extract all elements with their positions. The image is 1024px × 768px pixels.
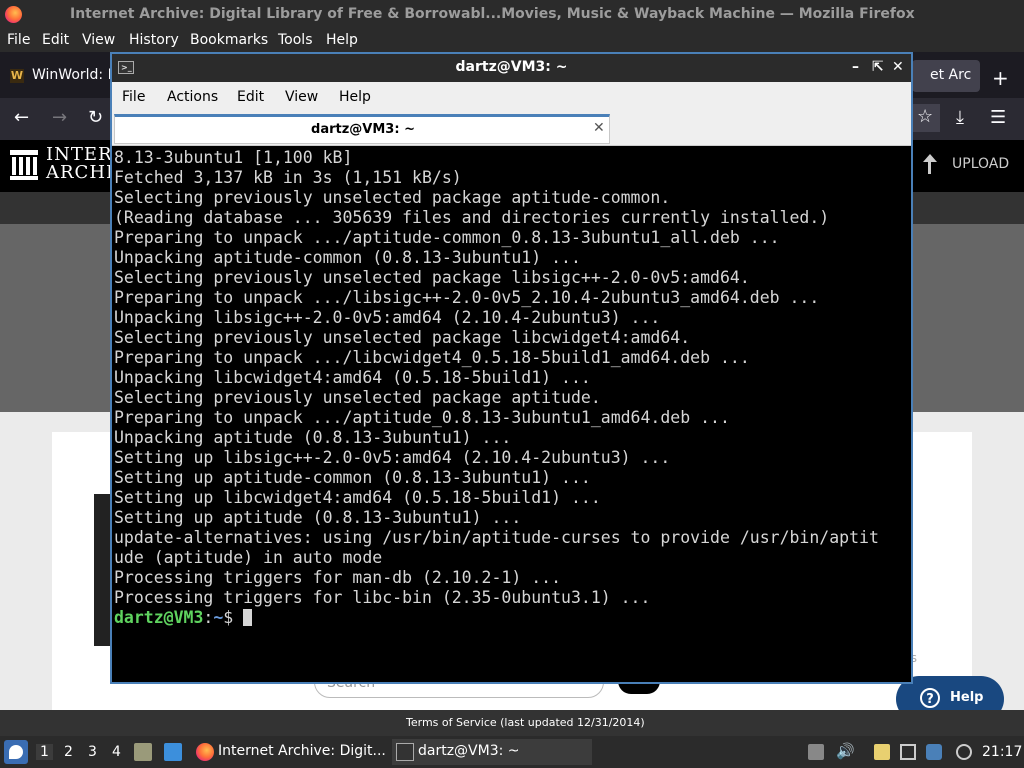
volume-icon[interactable]: 🔊 [836,742,855,760]
archive-footer: Terms of Service (last updated 12/31/201… [0,710,1024,736]
new-tab-plus-icon[interactable]: + [992,66,1009,90]
download-icon[interactable]: ⤓ [956,107,964,128]
terminal-menu-edit[interactable]: Edit [237,89,264,105]
notes-icon[interactable] [874,744,890,760]
terminal-menu-view[interactable]: View [285,89,318,105]
terms-of-service-link[interactable]: Terms of Service (last updated 12/31/201… [406,716,645,729]
internet-archive-logo-icon[interactable] [10,150,38,180]
firefox-icon [5,6,22,23]
workspace-2[interactable]: 2 [64,744,73,760]
terminal-title-bar[interactable]: >_ dartz@VM3: ~ – ⇱ ✕ [112,54,911,82]
menu-bookmarks[interactable]: Bookmarks [190,32,268,48]
upload-icon [920,154,938,176]
bookmark-star-icon: ☆ [917,106,934,127]
file-manager-icon[interactable] [134,743,152,761]
winworld-icon: W [10,69,24,83]
terminal-output: 8.13-3ubuntu1 [1,100 kB] Fetched 3,137 k… [114,148,879,607]
terminal-output-area[interactable]: 8.13-3ubuntu1 [1,100 kB] Fetched 3,137 k… [112,146,911,682]
menu-edit[interactable]: Edit [42,32,69,48]
tab-close-icon[interactable]: ✕ [593,120,605,136]
terminal-tab-bar: dartz@VM3: ~ ✕ [112,112,911,146]
reload-icon[interactable]: ↻ [88,107,103,128]
firefox-window-title: Internet Archive: Digital Library of Fre… [70,6,915,22]
menu-view[interactable]: View [82,32,115,48]
terminal-menubar: File Actions Edit View Help [112,82,911,112]
bookmark-star-button[interactable]: ☆ [912,104,940,132]
start-menu-button[interactable] [4,740,28,764]
power-icon[interactable] [956,744,972,760]
taskbar: 1 2 3 4 Internet Archive: Digit... dartz… [0,736,1024,768]
terminal-menu-help[interactable]: Help [339,89,371,105]
tab-label: WinWorld: M [32,67,120,83]
taskbar-firefox[interactable]: Internet Archive: Digit... [192,739,388,765]
prompt-path: ~ [213,608,224,627]
lubuntu-logo-icon [9,745,23,759]
tab-internet-archive[interactable]: et Arc [912,60,980,92]
terminal-menu-actions[interactable]: Actions [167,89,218,105]
task-label: Internet Archive: Digit... [218,743,386,759]
terminal-tab[interactable]: dartz@VM3: ~ ✕ [114,114,610,144]
upload-label: UPLOAD [952,156,1010,172]
firefox-menubar: File Edit View History Bookmarks Tools H… [0,30,1024,52]
terminal-window-title: dartz@VM3: ~ [455,59,568,75]
menu-history[interactable]: History [129,32,179,48]
show-desktop-icon[interactable] [164,743,182,761]
clock: 21:17 [982,744,1023,760]
forward-arrow-icon[interactable]: → [52,107,67,128]
help-label: Help [950,690,984,705]
tab-label: et Arc [930,67,972,83]
firefox-title-bar: Internet Archive: Digital Library of Fre… [0,0,1024,30]
menu-tools[interactable]: Tools [278,32,313,48]
menu-help[interactable]: Help [326,32,358,48]
workspace-1[interactable]: 1 [36,744,53,760]
close-icon[interactable]: ✕ [892,59,904,75]
terminal-menu-file[interactable]: File [122,89,145,105]
menu-file[interactable]: File [7,32,30,48]
hamburger-menu-icon[interactable]: ☰ [990,107,1006,128]
back-arrow-icon[interactable]: ← [14,107,29,128]
minimize-icon[interactable]: – [852,59,859,75]
workspace-4[interactable]: 4 [112,744,121,760]
firefox-icon [196,743,214,761]
task-label: dartz@VM3: ~ [418,743,520,759]
taskbar-terminal[interactable]: dartz@VM3: ~ [392,739,592,765]
update-notifier-icon[interactable] [926,744,942,760]
text-cursor [243,609,253,626]
terminal-icon [396,743,414,761]
terminal-prompt: dartz@VM3:~$ [114,608,253,628]
workspace-3[interactable]: 3 [88,744,97,760]
question-icon: ? [920,688,940,708]
clipboard-icon[interactable] [808,744,824,760]
maximize-icon[interactable]: ⇱ [872,59,884,75]
prompt-user: dartz@VM3 [114,608,204,627]
terminal-tab-label: dartz@VM3: ~ [311,122,415,137]
prompt-symbol: $ [223,608,244,627]
prompt-separator: : [203,608,214,627]
terminal-window[interactable]: >_ dartz@VM3: ~ – ⇱ ✕ File Actions Edit … [110,52,913,684]
network-icon[interactable] [900,744,916,760]
